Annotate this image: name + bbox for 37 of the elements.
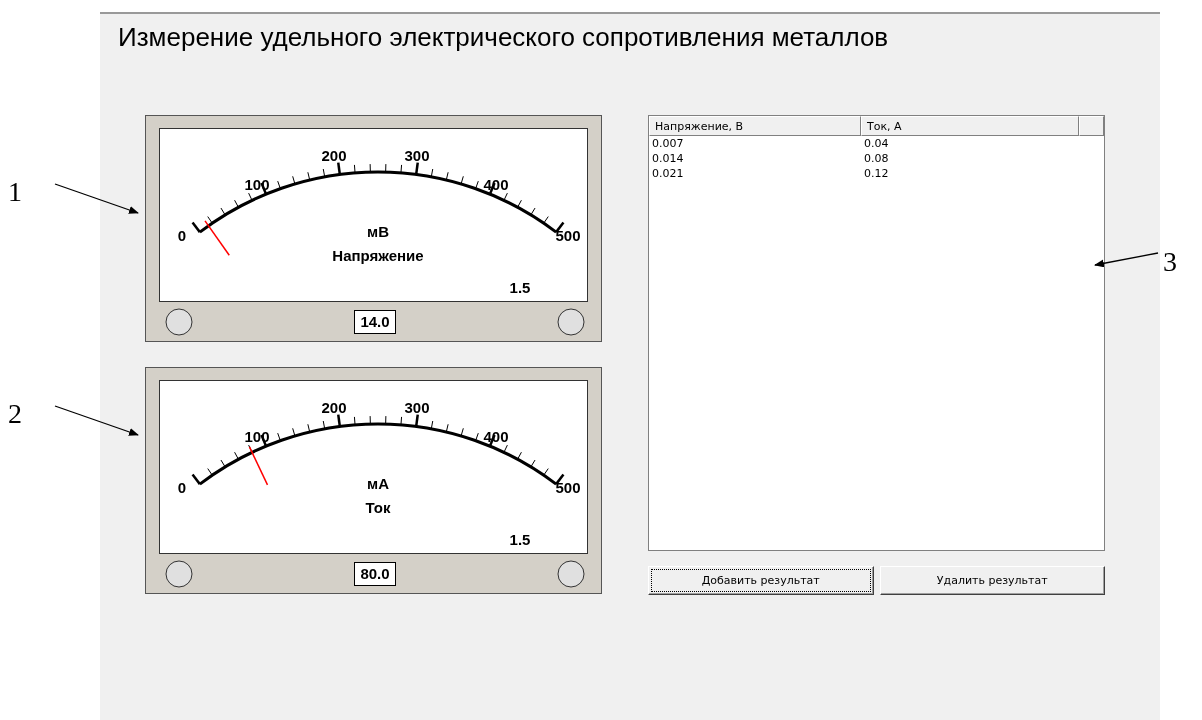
- unit-label: мВ: [367, 223, 389, 240]
- scale-label: 300: [404, 399, 430, 416]
- table-cell: 0.021: [652, 167, 684, 180]
- scale-label: 0: [177, 479, 187, 496]
- scale-label: 500: [555, 227, 581, 244]
- window-title: Измерение удельного электрического сопротивления металлов: [118, 22, 889, 53]
- knob-icon: [165, 559, 193, 588]
- meter-readout: 14.0: [354, 309, 396, 334]
- action-button[interactable]: Добавить результат: [648, 566, 874, 595]
- table-cell: 0.014: [652, 152, 684, 165]
- scale-label: 200: [321, 399, 347, 416]
- column-header[interactable]: Напряжение, В: [649, 116, 861, 136]
- table-cell: 0.04: [864, 137, 889, 150]
- quantity-label: Ток: [365, 499, 391, 516]
- table-cell: 0.12: [864, 167, 889, 180]
- callout-number: 1: [8, 176, 22, 208]
- action-button[interactable]: Удалить результат: [879, 566, 1105, 595]
- unit-label: мА: [367, 475, 389, 492]
- scale-label: 0: [177, 227, 187, 244]
- accuracy-class: 1.5: [509, 531, 531, 548]
- table-cell: 0.08: [864, 152, 889, 165]
- scale-label: 400: [483, 428, 509, 445]
- scale-label: 400: [483, 176, 509, 193]
- meter-readout: 80.0: [354, 561, 396, 586]
- knob-icon: [557, 307, 585, 336]
- scale-label: 300: [404, 147, 430, 164]
- knob-icon: [557, 559, 585, 588]
- table-cell: 0.007: [652, 137, 684, 150]
- column-header[interactable]: Ток, А: [861, 116, 1079, 136]
- callout-number: 2: [8, 398, 22, 430]
- scale-label: 200: [321, 147, 347, 164]
- quantity-label: Напряжение: [332, 247, 424, 264]
- accuracy-class: 1.5: [509, 279, 531, 296]
- callout-arrow: [1094, 252, 1159, 268]
- callout-number: 3: [1163, 246, 1177, 278]
- scale-label: 500: [555, 479, 581, 496]
- knob-icon: [165, 307, 193, 336]
